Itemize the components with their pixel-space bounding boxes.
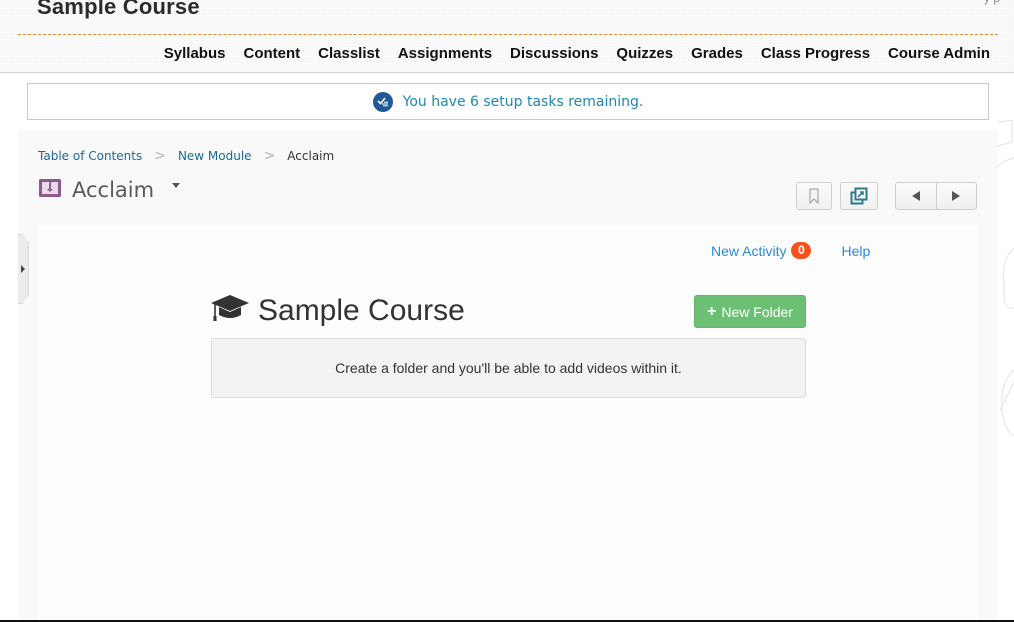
empty-state-message: Create a folder and you'll be able to ad… xyxy=(335,360,682,376)
breadcrumb-current: Acclaim xyxy=(287,149,335,163)
decorative-background-shapes xyxy=(996,120,1014,437)
new-activity-link[interactable]: New Activity xyxy=(711,243,786,259)
acclaim-course-title: Sample Course xyxy=(258,293,465,327)
graduation-cap-icon xyxy=(210,293,258,328)
course-navbar: Syllabus Content Classlist Assignments D… xyxy=(146,45,990,62)
nav-content[interactable]: Content xyxy=(243,45,300,62)
course-title[interactable]: Sample Course xyxy=(37,0,200,20)
header-clipped-text: y p xyxy=(984,0,1000,5)
nav-quizzes[interactable]: Quizzes xyxy=(616,45,673,62)
acclaim-top-links: New Activity 0 Help xyxy=(711,242,870,259)
topic-navigation xyxy=(895,182,977,210)
next-icon xyxy=(952,191,961,201)
plus-icon: + xyxy=(707,302,717,320)
external-tool-icon xyxy=(38,176,72,203)
nav-classlist[interactable]: Classlist xyxy=(318,45,380,62)
nav-class-progress[interactable]: Class Progress xyxy=(761,45,870,62)
previous-topic-button[interactable] xyxy=(896,183,936,209)
nav-syllabus[interactable]: Syllabus xyxy=(164,45,226,62)
help-link[interactable]: Help xyxy=(841,243,870,259)
open-new-window-icon xyxy=(850,187,868,205)
bookmark-icon xyxy=(809,188,819,204)
nav-assignments[interactable]: Assignments xyxy=(398,45,492,62)
topic-header: Acclaim xyxy=(38,176,181,203)
content-panel: Table of Contents > New Module > Acclaim… xyxy=(18,130,998,622)
acclaim-course-heading: Sample Course xyxy=(210,293,465,328)
header-divider xyxy=(18,34,998,35)
breadcrumb-table-of-contents[interactable]: Table of Contents xyxy=(38,149,142,163)
breadcrumb-new-module[interactable]: New Module xyxy=(178,149,252,163)
checklist-icon xyxy=(372,91,393,112)
setup-tasks-banner[interactable]: You have 6 setup tasks remaining. xyxy=(27,83,989,120)
expand-arrow-icon xyxy=(21,265,25,273)
nav-discussions[interactable]: Discussions xyxy=(510,45,598,62)
open-new-window-button[interactable] xyxy=(840,182,878,210)
new-activity-count-badge[interactable]: 0 xyxy=(791,242,812,259)
breadcrumb-separator-icon: > xyxy=(263,148,276,164)
acclaim-frame: New Activity 0 Help Sample Course + New … xyxy=(38,225,978,622)
new-folder-button[interactable]: + New Folder xyxy=(694,295,806,328)
setup-tasks-text[interactable]: You have 6 setup tasks remaining. xyxy=(403,94,644,110)
nav-grades[interactable]: Grades xyxy=(691,45,743,62)
caret-down-icon[interactable] xyxy=(172,183,181,188)
empty-state-box: Create a folder and you'll be able to ad… xyxy=(211,338,806,398)
previous-icon xyxy=(911,191,920,201)
sidebar-toggle[interactable] xyxy=(18,234,29,304)
nav-course-admin[interactable]: Course Admin xyxy=(888,45,990,62)
new-folder-label: New Folder xyxy=(721,303,793,320)
breadcrumb: Table of Contents > New Module > Acclaim xyxy=(38,148,334,164)
course-header: Sample Course y p Syllabus Content Class… xyxy=(0,0,1014,73)
bookmark-button[interactable] xyxy=(796,182,832,210)
next-topic-button[interactable] xyxy=(935,183,977,209)
breadcrumb-separator-icon: > xyxy=(154,148,166,164)
topic-title: Acclaim xyxy=(72,177,155,202)
